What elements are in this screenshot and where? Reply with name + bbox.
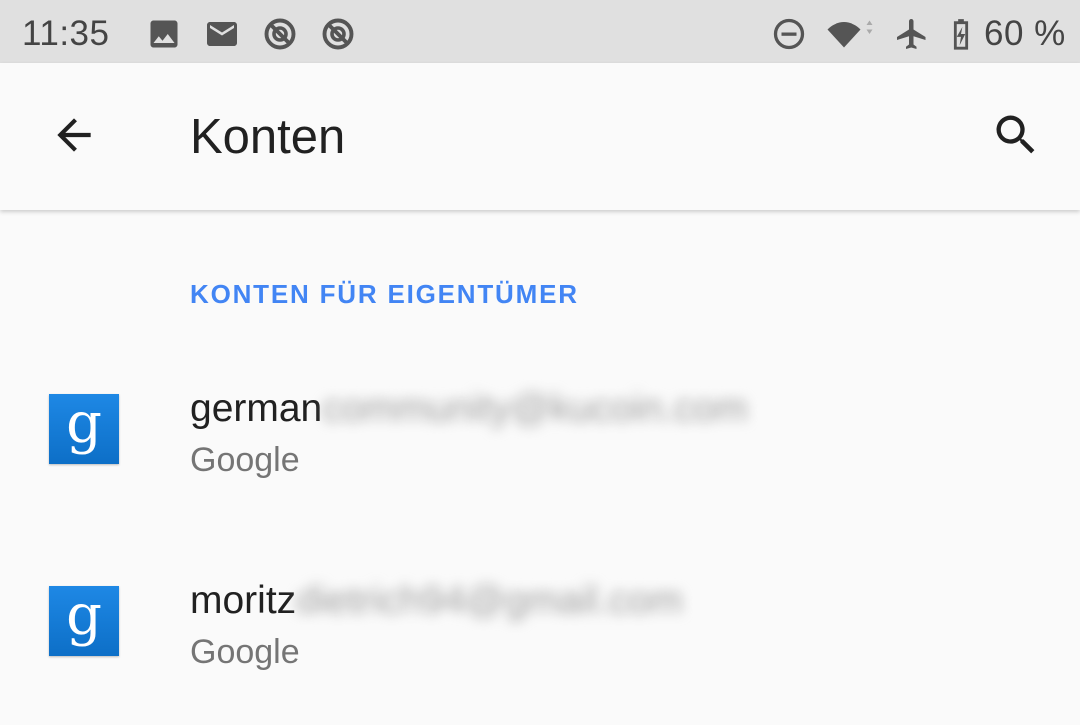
account-email-blurred: community@kucoin.com <box>322 387 748 430</box>
battery-charging-icon <box>944 16 978 52</box>
status-time: 11:35 <box>22 14 110 53</box>
image-icon <box>146 16 182 52</box>
arrow-back-icon <box>57 118 91 152</box>
wifi-icon <box>826 16 874 52</box>
google-account-icon: g <box>49 394 119 464</box>
account-email-visible: moritz <box>190 579 297 622</box>
back-button[interactable] <box>40 101 108 169</box>
account-type: Google <box>190 633 300 671</box>
sync-disabled-icon <box>320 16 356 52</box>
account-item-moritz[interactable]: g moritzdietrich94@gmail.com Google <box>0 542 1080 718</box>
airplane-icon <box>894 16 930 52</box>
battery-level: 60 % <box>984 14 1066 53</box>
account-type: Google <box>190 441 300 479</box>
account-email: germancommunity@kucoin.com <box>190 386 748 432</box>
app-bar: Konten <box>0 63 1080 210</box>
sync-disabled-icon <box>262 16 298 52</box>
do-not-disturb-icon <box>771 16 807 52</box>
mail-icon <box>204 16 240 52</box>
account-email: moritzdietrich94@gmail.com <box>190 578 683 624</box>
account-item-german[interactable]: g germancommunity@kucoin.com Google <box>0 350 1080 526</box>
google-account-icon: g <box>49 586 119 656</box>
section-header: KONTEN FÜR EIGENTÜMER <box>190 279 579 309</box>
search-icon <box>996 115 1035 154</box>
account-email-visible: german <box>190 387 323 430</box>
accounts-content: KONTEN FÜR EIGENTÜMER g germancommunity@… <box>0 210 1080 725</box>
google-g-letter: g <box>66 391 102 456</box>
status-bar: 11:35 60 % <box>0 0 1080 63</box>
page-title: Konten <box>190 110 346 164</box>
google-g-letter: g <box>66 583 102 648</box>
account-email-blurred: dietrich94@gmail.com <box>296 579 683 622</box>
search-button[interactable] <box>982 101 1050 169</box>
